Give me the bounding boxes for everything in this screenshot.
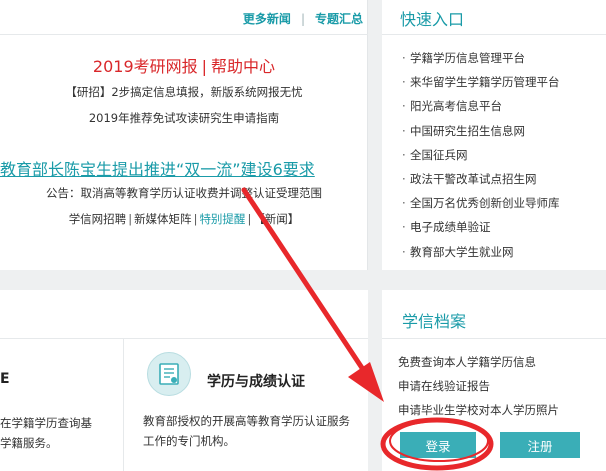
bullet-icon: ·: [402, 75, 406, 90]
quick-entry-item[interactable]: · 教育部大学生就业网: [402, 242, 560, 266]
line4-separator-3: |: [247, 212, 252, 226]
quick-entry-item[interactable]: · 来华留学生学籍学历管理平台: [402, 72, 560, 96]
news-panel: 更多新闻 | 专题汇总 2019考研网报 | 帮助中心 【研招】2步搞定信息填报，新…: [0, 0, 368, 270]
quick-entry-label: 阳光高考信息平台: [410, 99, 502, 114]
archive-title: 学信档案: [402, 312, 467, 331]
archive-list: 免费查询本人学籍学历信息 申请在线验证报告 申请毕业生学校对本人学历照片: [398, 352, 559, 424]
services-divider: [0, 338, 368, 339]
quick-entry-item[interactable]: · 电子成绩单验证: [402, 217, 560, 241]
news-line-4: 学信网招聘 | 新媒体矩阵 | 特别提醒 | 【新闻】: [0, 211, 368, 227]
archive-panel: 学信档案 免费查询本人学籍学历信息 申请在线验证报告 申请毕业生学校对本人学历照…: [382, 290, 606, 471]
topics-link[interactable]: 专题汇总: [315, 10, 363, 27]
link-separator: |: [300, 11, 305, 26]
certificate-icon[interactable]: [147, 352, 191, 396]
quick-entry-item[interactable]: · 全国征兵网: [402, 145, 560, 169]
quick-entry-item[interactable]: · 政法干警改革试点招生网: [402, 169, 560, 193]
service-title-right[interactable]: 学历与成绩认证: [207, 371, 305, 391]
bullet-icon: ·: [402, 99, 406, 114]
line4-separator-2: |: [193, 212, 198, 226]
quick-entry-divider: [382, 34, 606, 35]
line4-separator-1: |: [128, 212, 133, 226]
service-desc-right-line: 工作的专门机构。: [143, 434, 235, 448]
bullet-icon: ·: [402, 196, 406, 211]
quick-entry-item[interactable]: · 学籍学历信息管理平台: [402, 48, 560, 72]
quick-entry-label: 全国万名优秀创新创业导师库: [410, 196, 560, 211]
quick-entry-label: 电子成绩单验证: [410, 220, 491, 235]
quick-entry-item[interactable]: · 中国研究生招生信息网: [402, 121, 560, 145]
news-line-2[interactable]: 2019年推荐免试攻读研究生申请指南: [0, 110, 368, 126]
service-desc-left: 在学籍学历查询基 学籍服务。: [0, 413, 92, 453]
exam-registration-link[interactable]: 2019考研网报: [93, 57, 198, 76]
quick-entry-label: 来华留学生学籍学历管理平台: [410, 75, 560, 90]
bullet-icon: ·: [402, 123, 406, 138]
service-title-left[interactable]: E: [0, 371, 10, 387]
quick-entry-label: 中国研究生招生信息网: [410, 123, 525, 138]
media-matrix-link[interactable]: 新媒体矩阵: [134, 212, 192, 226]
login-button[interactable]: 登录: [400, 432, 476, 458]
service-desc-left-line: 在学籍学历查询基: [0, 416, 92, 430]
quick-entry-panel: 快速入口 · 学籍学历信息管理平台 · 来华留学生学籍学历管理平台 · 阳光高考信息平…: [382, 0, 606, 270]
bullet-icon: ·: [402, 171, 406, 186]
archive-divider: [382, 338, 606, 339]
help-center-link[interactable]: 帮助中心: [211, 57, 275, 76]
services-panel: E 在学籍学历查询基 学籍服务。 学历与成绩认证 教育部授权的开展高等教育学历认…: [0, 290, 368, 471]
special-reminder-link[interactable]: 特别提醒: [199, 212, 245, 226]
headline-teal[interactable]: 教育部长陈宝生提出推进“双一流”建设6要求: [0, 156, 368, 180]
more-news-link[interactable]: 更多新闻: [243, 10, 291, 27]
quick-entry-title: 快速入口: [400, 10, 465, 29]
headline-red: 2019考研网报 | 帮助中心: [0, 53, 368, 77]
quick-entry-label: 学籍学历信息管理平台: [410, 51, 525, 65]
news-tag-link[interactable]: 【新闻】: [253, 212, 299, 226]
bullet-icon: ·: [402, 147, 406, 162]
headline-separator: |: [201, 57, 208, 76]
news-line-1[interactable]: 【研招】2步搞定信息填报，新版系统网报无忧: [0, 84, 368, 100]
quick-entry-label: 教育部大学生就业网: [410, 244, 514, 259]
quick-entry-label: 政法干警改革试点招生网: [410, 171, 537, 186]
archive-item[interactable]: 免费查询本人学籍学历信息: [398, 352, 559, 376]
news-divider: [0, 34, 368, 35]
service-desc-right: 教育部授权的开展高等教育学历认证服务 工作的专门机构。: [143, 411, 350, 451]
bullet-icon: ·: [402, 244, 406, 259]
bullet-icon: ·: [402, 220, 406, 235]
quick-entry-list: · 学籍学历信息管理平台 · 来华留学生学籍学历管理平台 · 阳光高考信息平台 · 中国…: [402, 48, 560, 266]
services-column-divider: [123, 339, 124, 471]
register-button[interactable]: 注册: [500, 432, 580, 458]
quick-entry-item[interactable]: · 阳光高考信息平台: [402, 96, 560, 120]
bullet-icon: ·: [402, 51, 406, 65]
service-desc-left-line: 学籍服务。: [0, 436, 58, 450]
news-announcement[interactable]: 公告：取消高等教育学历认证收费并调整认证受理范围: [0, 185, 368, 201]
service-desc-right-line: 教育部授权的开展高等教育学历认证服务: [143, 414, 350, 428]
quick-entry-label: 全国征兵网: [410, 147, 468, 162]
news-links: 更多新闻 | 专题汇总: [243, 10, 363, 27]
recruitment-link[interactable]: 学信网招聘: [69, 212, 127, 226]
archive-item[interactable]: 申请毕业生学校对本人学历照片: [398, 400, 559, 424]
archive-item[interactable]: 申请在线验证报告: [398, 376, 559, 400]
quick-entry-item[interactable]: · 全国万名优秀创新创业导师库: [402, 193, 560, 217]
